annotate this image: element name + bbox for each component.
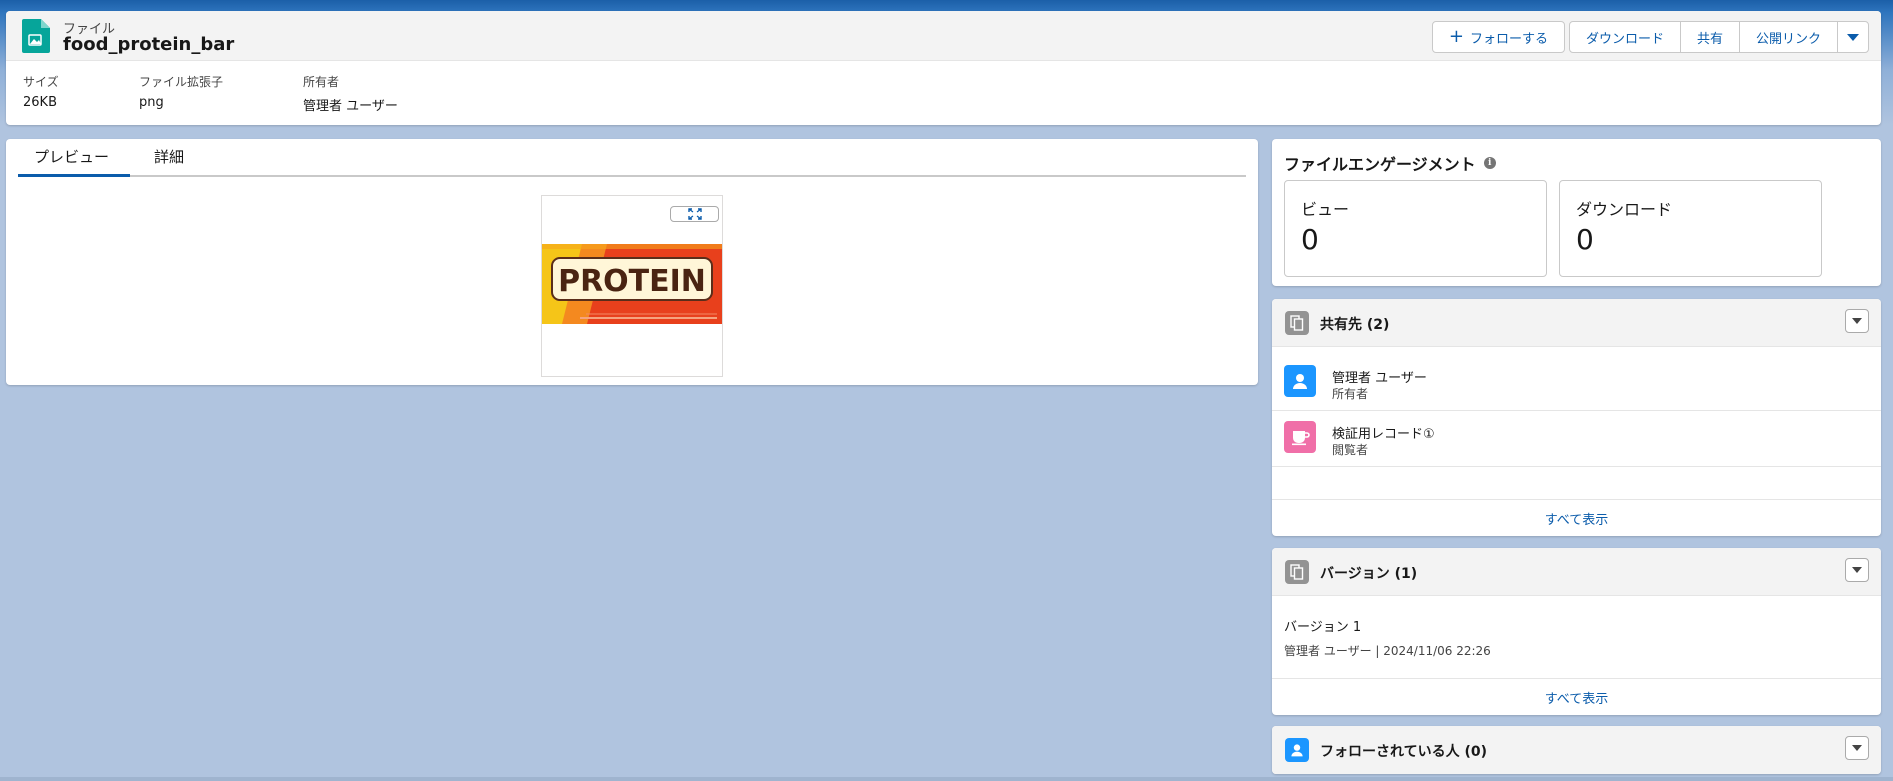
versions-title[interactable]: バージョン (1): [1320, 563, 1417, 583]
page-title: food_protein_bar: [63, 34, 235, 55]
header-actions: + フォローする ダウンロード 共有 公開リンク: [1431, 21, 1869, 53]
views-count: 0: [1301, 223, 1319, 256]
image-preview: PROTEIN: [541, 195, 723, 377]
download-button[interactable]: ダウンロード: [1568, 21, 1681, 53]
shared-user-name[interactable]: 管理者 ユーザー: [1332, 367, 1427, 386]
file-share-icon: [1285, 311, 1309, 335]
public-link-button[interactable]: 公開リンク: [1738, 21, 1838, 53]
chevron-down-icon: [1852, 318, 1862, 324]
page-bottom-border: [0, 777, 1893, 781]
version-name: バージョン 1: [1284, 620, 1362, 635]
version-list-item: バージョン 1 管理者 ユーザー | 2024/11/06 22:26: [1272, 596, 1881, 659]
info-icon[interactable]: i: [1483, 157, 1496, 169]
field-label: サイズ: [23, 75, 59, 89]
record-header: ファイル food_protein_bar + フォローする ダウンロード 共有…: [6, 11, 1881, 125]
shared-user-role: 所有者: [1332, 387, 1369, 401]
list-item: 管理者 ユーザー 所有者: [1272, 355, 1881, 411]
protein-image-text: PROTEIN: [558, 264, 706, 299]
downloads-label: ダウンロード: [1576, 200, 1673, 219]
preview-card: プレビュー 詳細 PROTEIN: [6, 139, 1258, 385]
shared-record-role: 閲覧者: [1332, 443, 1369, 457]
chevron-down-icon: [1847, 33, 1859, 41]
file-engagement-card: ファイルエンゲージメント i ビュー 0 ダウンロード 0: [1272, 139, 1881, 286]
field-label: 所有者: [303, 75, 340, 89]
engagement-title: ファイルエンゲージメント i: [1284, 151, 1496, 175]
tab-bar: プレビュー 詳細: [18, 139, 1246, 177]
expand-icon: [687, 208, 702, 220]
engagement-title-text: ファイルエンゲージメント: [1284, 155, 1476, 174]
tab-details[interactable]: 詳細: [138, 139, 200, 175]
downloads-count: 0: [1576, 223, 1594, 256]
followers-title[interactable]: フォローされている人 (0): [1320, 741, 1487, 761]
owner-link[interactable]: 管理者 ユーザー: [303, 95, 503, 114]
file-versions-icon: [1285, 560, 1309, 584]
shared-with-header: 共有先 (2): [1272, 299, 1881, 347]
followers-header: フォローされている人 (0): [1272, 726, 1881, 774]
version-meta: 管理者 ユーザー | 2024/11/06 22:26: [1284, 644, 1491, 658]
followers-card: フォローされている人 (0): [1272, 726, 1881, 774]
follow-button[interactable]: + フォローする: [1431, 21, 1565, 53]
header-title-bar: ファイル food_protein_bar + フォローする ダウンロード 共有…: [6, 11, 1881, 61]
list-item: 検証用レコード① 閲覧者: [1272, 411, 1881, 467]
share-button[interactable]: 共有: [1679, 21, 1740, 53]
field-value: 26KB: [23, 95, 57, 110]
versions-card: バージョン (1) バージョン 1 管理者 ユーザー | 2024/11/06 …: [1272, 548, 1881, 715]
followers-menu-button[interactable]: [1845, 736, 1869, 760]
user-icon: [1284, 365, 1316, 397]
shared-with-menu-button[interactable]: [1845, 309, 1869, 333]
chevron-down-icon: [1852, 567, 1862, 573]
image-file-icon: [22, 19, 50, 53]
field-label: ファイル拡張子: [139, 75, 224, 89]
highlights-panel: サイズ 26KB ファイル拡張子 png 所有者 管理者 ユーザー: [6, 61, 1881, 114]
action-button-group: ダウンロード 共有 公開リンク: [1568, 21, 1869, 53]
versions-menu-button[interactable]: [1845, 558, 1869, 582]
views-label: ビュー: [1301, 200, 1350, 219]
shared-with-card: 共有先 (2) 管理者 ユーザー 所有者 検証用レコード① 閲覧者 すべて表示: [1272, 299, 1881, 536]
field-extension: ファイル拡張子 png: [139, 73, 303, 114]
shared-with-view-all-link[interactable]: すべて表示: [1272, 499, 1881, 536]
chevron-down-icon: [1852, 745, 1862, 751]
follow-button-label: フォローする: [1469, 31, 1548, 47]
tab-preview[interactable]: プレビュー: [18, 139, 130, 177]
shared-with-title[interactable]: 共有先 (2): [1320, 314, 1389, 334]
shared-record-name[interactable]: 検証用レコード①: [1332, 423, 1435, 442]
field-value: png: [139, 95, 164, 110]
versions-header: バージョン (1): [1272, 548, 1881, 596]
views-stat: ビュー 0: [1284, 180, 1547, 277]
more-actions-button[interactable]: [1837, 21, 1869, 53]
user-icon: [1285, 738, 1309, 762]
cup-icon: [1284, 421, 1316, 453]
downloads-stat: ダウンロード 0: [1559, 180, 1822, 277]
plus-icon: +: [1448, 26, 1464, 47]
versions-view-all-link[interactable]: すべて表示: [1272, 678, 1881, 715]
field-owner: 所有者 管理者 ユーザー: [303, 73, 503, 114]
field-size: サイズ 26KB: [23, 73, 139, 114]
expand-preview-button[interactable]: [670, 206, 719, 222]
protein-bar-image: PROTEIN: [542, 244, 722, 324]
